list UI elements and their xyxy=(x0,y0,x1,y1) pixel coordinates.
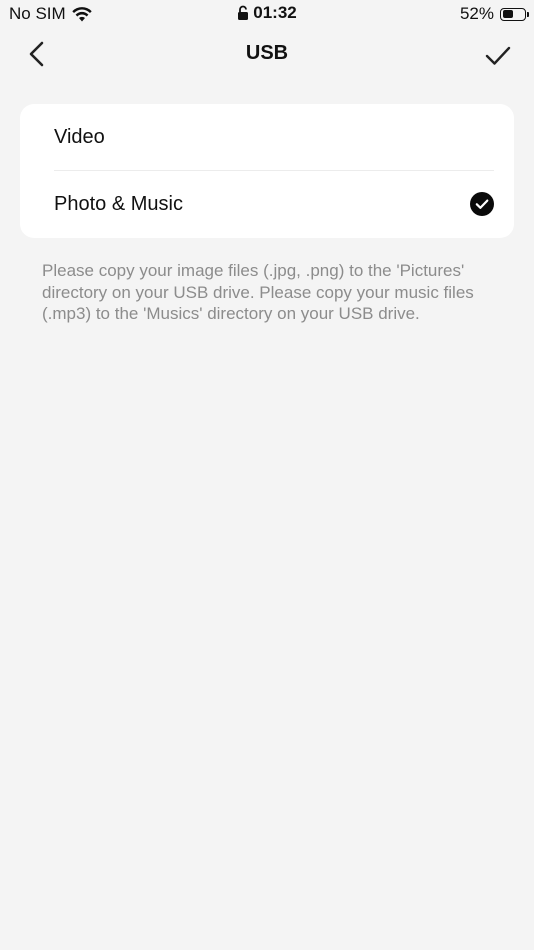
lock-icon xyxy=(238,5,249,20)
usb-info-text: Please copy your image files (.jpg, .png… xyxy=(42,261,474,323)
page-title: USB xyxy=(245,42,289,64)
option-video[interactable]: Video xyxy=(20,104,514,171)
status-center: 01:32 xyxy=(0,3,534,23)
option-video-label: Video xyxy=(54,126,105,148)
battery-fill xyxy=(502,10,513,18)
nav-bar: USB xyxy=(0,30,534,80)
selected-check-icon xyxy=(470,192,494,216)
battery-icon xyxy=(500,7,529,21)
checkmark-icon xyxy=(485,46,511,65)
status-bar: No SIM 01:32 52% xyxy=(0,0,534,28)
done-button[interactable] xyxy=(482,40,514,72)
clock: 01:32 xyxy=(253,3,297,22)
status-right: 52% xyxy=(459,4,529,24)
option-photo-music-label: Photo & Music xyxy=(54,193,183,215)
option-photo-music[interactable]: Photo & Music xyxy=(20,171,514,238)
usb-mode-card: Video Photo & Music xyxy=(20,104,514,238)
battery-percent: 52% xyxy=(459,4,494,23)
